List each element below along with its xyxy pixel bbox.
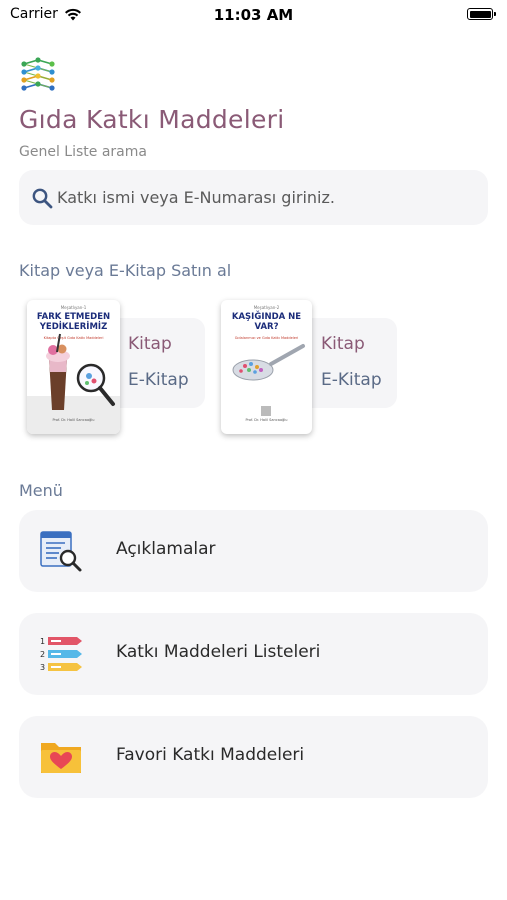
status-time: 11:03 AM — [213, 6, 294, 24]
app-title: Gıda Katkı Maddeleri — [19, 105, 285, 134]
buy-book-link[interactable]: Kitap — [321, 334, 365, 354]
buy-ebook-link[interactable]: E-Kitap — [321, 370, 382, 390]
search-section-label: Genel Liste arama — [19, 144, 147, 160]
svg-text:1: 1 — [40, 637, 45, 646]
menu-item-favorites[interactable]: Favori Katkı Maddeleri — [19, 716, 488, 798]
svg-text:2: 2 — [40, 650, 45, 659]
search-bar[interactable] — [19, 170, 488, 225]
numbered-list-icon: 1 2 3 — [40, 637, 82, 672]
milkshake-illustration-icon — [27, 333, 120, 434]
books-section-label: Kitap veya E-Kitap Satın al — [19, 261, 232, 280]
battery-icon — [467, 8, 496, 20]
search-icon — [32, 188, 53, 208]
book-cover[interactable]: Meşatlıyan-1 FARK ETMEDEN YEDİKLERİMİZ K… — [27, 300, 120, 434]
menu-section-label: Menü — [19, 481, 63, 500]
buy-book-link[interactable]: Kitap — [128, 334, 172, 354]
menu-item-additive-lists[interactable]: 1 2 3 Katkı Maddeleri Listeleri — [19, 613, 488, 695]
menu-item-label: Katkı Maddeleri Listeleri — [116, 642, 321, 662]
app-logo-icon — [21, 57, 55, 91]
cover-author: Prof. Dr. Halil Sarıcaoğlu — [245, 418, 288, 422]
favorite-folder-icon — [41, 743, 81, 773]
menu-item-label: Favori Katkı Maddeleri — [116, 745, 305, 765]
book-card: Meşatlıyan-1 FARK ETMEDEN YEDİKLERİMİZ K… — [27, 300, 205, 435]
book-card: Meşatlıyan-2 KAŞIĞINDA NE VAR? Gıdalarım… — [221, 300, 397, 435]
cover-author: Prof. Dr. Halil Sarıcaoğlu — [52, 418, 95, 422]
svg-text:3: 3 — [40, 663, 45, 672]
buy-ebook-link[interactable]: E-Kitap — [128, 370, 189, 390]
menu-item-label: Açıklamalar — [116, 539, 216, 559]
document-search-icon — [40, 531, 82, 572]
book-cover[interactable]: Meşatlıyan-2 KAŞIĞINDA NE VAR? Gıdalarım… — [221, 300, 312, 434]
status-bar: Carrier 11:03 AM — [0, 0, 507, 30]
menu-item-descriptions[interactable]: Açıklamalar — [19, 510, 488, 592]
search-input[interactable] — [57, 188, 477, 207]
spoon-illustration-icon — [232, 344, 305, 416]
